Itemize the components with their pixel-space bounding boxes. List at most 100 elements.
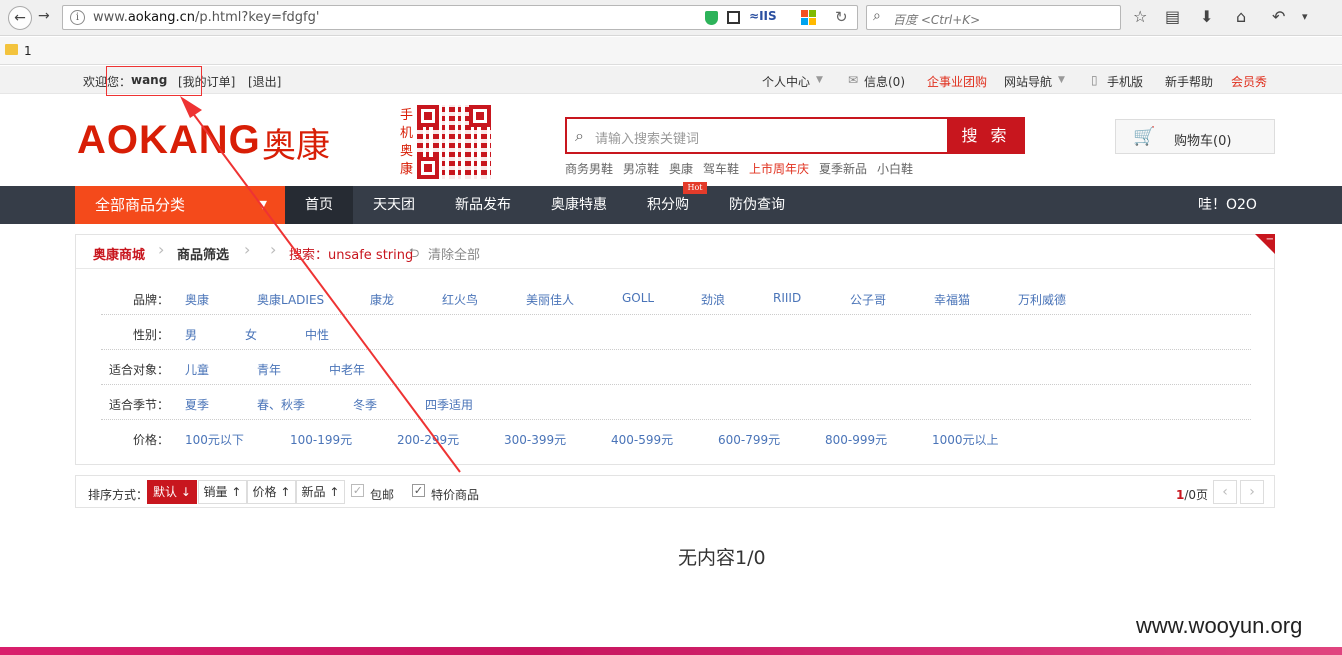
info-icon[interactable]: i [70, 10, 85, 25]
forward-button[interactable]: → [38, 8, 50, 24]
download-icon[interactable]: ⬇ [1200, 7, 1213, 26]
logo-cn[interactable]: 奥康 [262, 118, 330, 167]
nav-new-releases[interactable]: 新品发布 [445, 186, 521, 224]
hotword-link[interactable]: 商务男鞋 [565, 160, 613, 177]
filter-row-season: 适合季节： 夏季 春、秋季 冬季 四季适用 [101, 385, 1251, 420]
filter-option[interactable]: 600-799元 [718, 431, 780, 448]
logo[interactable]: AOKANG [77, 118, 261, 163]
logout-link[interactable]: [退出] [248, 73, 281, 90]
cart-icon: 🛒 [1133, 126, 1156, 147]
mobile-app-label: 手机奥康 [400, 108, 414, 177]
messages-link[interactable]: 信息(0) [864, 73, 905, 90]
filter-option[interactable]: 康龙 [370, 291, 394, 308]
home-icon[interactable]: ⌂ [1236, 7, 1246, 26]
filter-option[interactable]: 儿童 [185, 361, 209, 378]
site-nav-link[interactable]: 网站导航 [1004, 73, 1052, 90]
hotword-link[interactable]: 驾车鞋 [703, 160, 739, 177]
filter-label: 适合季节： [109, 398, 170, 412]
collapse-icon[interactable] [1255, 234, 1275, 254]
filter-option[interactable]: 美丽佳人 [526, 291, 574, 308]
sort-default-button[interactable]: 默认 ↓ [147, 480, 197, 504]
filter-label: 价格： [133, 433, 170, 447]
shield-icon[interactable] [705, 11, 718, 25]
all-categories-label: 全部商品分类 [95, 196, 186, 214]
filter-option[interactable]: 100-199元 [290, 431, 352, 448]
filter-option[interactable]: 红火鸟 [442, 291, 478, 308]
search-button[interactable]: 搜 索 [947, 117, 1025, 154]
reload-icon[interactable]: ↻ [835, 8, 848, 26]
filter-option[interactable]: 劲浪 [701, 291, 725, 308]
filter-option[interactable]: 400-599元 [611, 431, 673, 448]
hotword-link[interactable]: 夏季新品 [819, 160, 867, 177]
hotword-link[interactable]: 小白鞋 [877, 160, 913, 177]
filter-option[interactable]: 青年 [257, 361, 281, 378]
sort-new-button[interactable]: 新品 ↑ [296, 480, 345, 504]
nav-daily-deals[interactable]: 天天团 [360, 186, 428, 224]
filter-row-brand: 品牌： 奥康 奥康LADIES 康龙 红火鸟 美丽佳人 GOLL 劲浪 RIII… [101, 280, 1251, 315]
prev-page-button[interactable]: ‹ [1213, 480, 1237, 504]
filter-option[interactable]: 四季适用 [425, 396, 473, 413]
filter-option[interactable]: GOLL [622, 291, 654, 305]
filter-option[interactable]: 奥康LADIES [257, 291, 324, 308]
mobile-link[interactable]: 手机版 [1107, 73, 1143, 90]
chevron-right-icon: › [244, 240, 251, 259]
all-categories-menu[interactable]: 全部商品分类 ▼ [75, 186, 285, 224]
filter-option[interactable]: 公子哥 [850, 291, 886, 308]
filter-option[interactable]: 万利威德 [1018, 291, 1066, 308]
filter-option[interactable]: 女 [245, 326, 257, 343]
free-shipping-checkbox[interactable]: ✓ [351, 484, 364, 497]
back-button[interactable]: ← [8, 6, 32, 30]
cart-button[interactable]: 🛒 购物车(0) [1115, 119, 1275, 154]
filter-option[interactable]: 夏季 [185, 396, 209, 413]
star-icon[interactable]: ☆ [1133, 7, 1147, 26]
bookmark-item[interactable]: 1 [24, 44, 32, 58]
filter-row-price: 价格： 100元以下 100-199元 200-299元 300-399元 40… [101, 420, 1251, 455]
filter-label: 性别： [133, 328, 170, 342]
filter-option[interactable]: 200-299元 [397, 431, 459, 448]
reading-list-icon[interactable]: ▤ [1165, 7, 1180, 26]
filter-option[interactable]: 奥康 [185, 291, 209, 308]
filter-option[interactable]: 春、秋季 [257, 396, 305, 413]
filter-option[interactable]: 1000元以上 [932, 431, 999, 448]
hotword-link[interactable]: 奥康 [669, 160, 693, 177]
filter-option[interactable]: 800-999元 [825, 431, 887, 448]
sort-sales-button[interactable]: 销量 ↑ [198, 480, 247, 504]
sort-price-button[interactable]: 价格 ↑ [247, 480, 296, 504]
hotword-link[interactable]: 男凉鞋 [623, 160, 659, 177]
cart-label: 购物车(0) [1174, 134, 1232, 149]
windows-icon[interactable] [801, 10, 817, 26]
help-link[interactable]: 新手帮助 [1165, 73, 1213, 90]
qrcode-icon[interactable] [727, 11, 740, 24]
clear-all-link[interactable]: 清除全部 [428, 244, 480, 263]
address-bar[interactable]: i www.aokang.cn/p.html?key=fdgfg' ≈IIS ↻ [62, 5, 858, 30]
nav-anti-counterfeit[interactable]: 防伪查询 [719, 186, 795, 224]
breadcrumb: 奥康商城 › 商品筛选 › › 搜索：unsafe string ⮌ 清除全部 [76, 235, 1274, 269]
nav-home[interactable]: 首页 [285, 186, 353, 224]
filter-option[interactable]: 100元以下 [185, 431, 244, 448]
next-page-button[interactable]: › [1240, 480, 1264, 504]
filter-option[interactable]: 中老年 [329, 361, 365, 378]
filter-option[interactable]: 中性 [305, 326, 329, 343]
search-placeholder: 百度 <Ctrl+K> [893, 13, 981, 27]
filter-option[interactable]: 幸福猫 [934, 291, 970, 308]
search-input[interactable]: 请输入搜索关键词 [595, 128, 699, 147]
browser-search-input[interactable]: ⌕ 百度 <Ctrl+K> [866, 5, 1121, 30]
special-offer-label: 特价商品 [431, 488, 480, 502]
hotword-link[interactable]: 上市周年庆 [749, 160, 809, 177]
iis-icon[interactable]: ≈IIS [749, 9, 777, 23]
undo-icon[interactable]: ↶ [1272, 7, 1285, 26]
personal-center-link[interactable]: 个人中心 [762, 73, 810, 90]
filter-option[interactable]: 冬季 [353, 396, 377, 413]
member-show-link[interactable]: 会员秀 [1231, 73, 1267, 90]
nav-specials[interactable]: 奥康特惠 [541, 186, 617, 224]
site-search: ⌕ 请输入搜索关键词 搜 索 [565, 117, 1025, 154]
menu-dropdown-icon[interactable]: ▾ [1302, 10, 1308, 23]
mail-icon: ✉ [848, 73, 859, 87]
breadcrumb-mall[interactable]: 奥康商城 [93, 244, 145, 263]
nav-o2o[interactable]: 哇！O2O [1198, 186, 1257, 224]
filter-option[interactable]: RIIID [773, 291, 801, 305]
filter-option[interactable]: 300-399元 [504, 431, 566, 448]
special-offer-checkbox[interactable]: ✓ [412, 484, 425, 497]
enterprise-link[interactable]: 企事业团购 [927, 73, 987, 90]
filter-option[interactable]: 男 [185, 326, 197, 343]
